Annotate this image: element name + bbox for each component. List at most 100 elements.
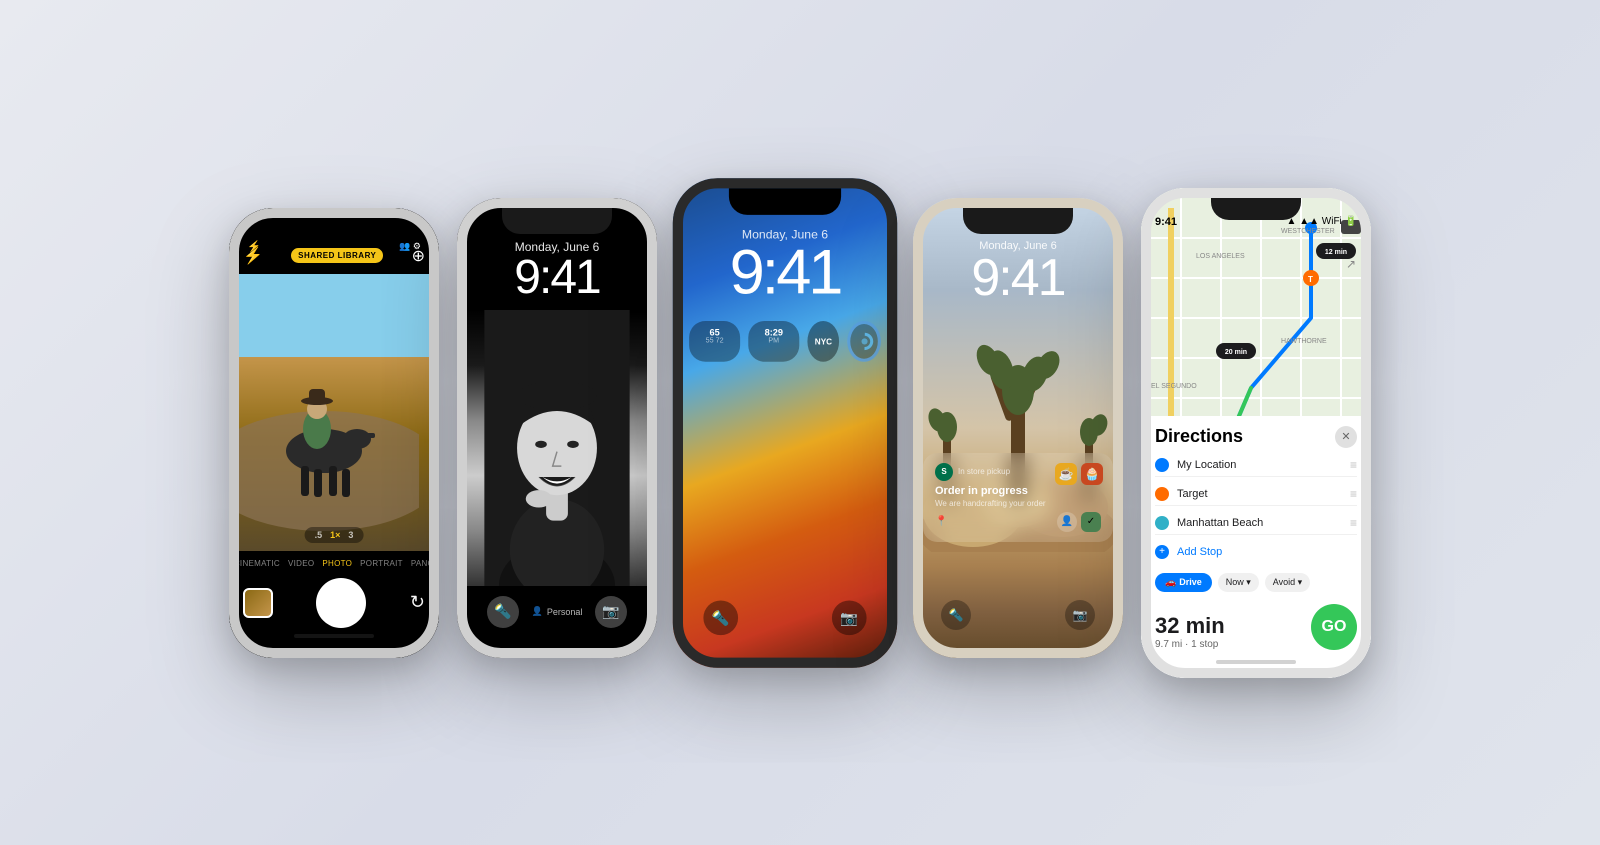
directions-title: Directions [1155,426,1243,447]
joshua-lockscreen: Monday, June 6 9:41 [913,198,1123,658]
zoom-0-5[interactable]: .5 [315,530,323,540]
location-icon-small: 📍 [935,516,947,527]
shutter-button[interactable] [316,578,366,628]
now-option[interactable]: Now ▾ [1218,573,1259,592]
phone-maps: 9:41 ▲ ▲▲ WiFi 🔋 [1141,188,1371,678]
flip-camera-icon[interactable]: ↻ [410,592,425,613]
route-item-add-stop[interactable]: + Add Stop [1155,541,1357,563]
home-indicator-1 [294,634,374,638]
drive-label: Drive [1179,577,1202,587]
mode-photo[interactable]: PHOTO [322,559,352,568]
camera-bg [229,274,439,551]
drive-option[interactable]: 🚗 Drive [1155,573,1212,592]
close-button[interactable]: ✕ [1335,426,1357,448]
notif-app-label: In store pickup [958,467,1010,476]
bw-date: Monday, June 6 [473,240,641,254]
camera-modes: CINEMATIC VIDEO PHOTO PORTRAIT PANO [243,559,425,568]
cl-torch-icon[interactable]: 🔦 [703,600,738,635]
car-icon: 🚗 [1165,577,1176,588]
avoid-label: Avoid [1273,577,1295,587]
target-dot [1155,487,1169,501]
route-item-target[interactable]: Target ≡ [1155,483,1357,506]
widget-nyc-label: NYC [815,336,832,345]
svg-text:HAWTHORNE: HAWTHORNE [1281,338,1327,345]
zoom-1x[interactable]: 1× [330,530,340,540]
home-indicator-5 [1216,660,1296,664]
bw-personal-label: 👤 Personal [532,606,583,617]
food-icon-2: 🧁 [1081,463,1103,485]
camera-zoom-controls: .5 1× 3 [305,527,364,543]
my-location-dot [1155,458,1169,472]
j-time: 9:41 [929,252,1107,304]
j-camera-icon[interactable]: 📷 [1065,600,1095,630]
route-item-manhattan-beach[interactable]: Manhattan Beach ≡ [1155,512,1357,535]
trip-detail: 9.7 mi · 1 stop [1155,639,1225,650]
horse-rider-svg [229,274,419,551]
map-area: 9:41 ▲ ▲▲ WiFi 🔋 [1141,188,1371,416]
phones-container: ⚡ 👥 ⚙ ⚡ SHARED LIBRARY ⊕ [189,138,1411,708]
svg-text:EL SEGUNDO: EL SEGUNDO [1151,383,1197,390]
target-label: Target [1177,488,1342,500]
joshua-tree-area: S In store pickup ☕ 🧁 Order in progress … [913,310,1123,592]
svg-text:T: T [1308,275,1313,284]
avoid-option[interactable]: Avoid ▾ [1265,573,1310,592]
maps-screen: 9:41 ▲ ▲▲ WiFi 🔋 [1141,188,1371,678]
phone-colorful-lockscreen: Monday, June 6 9:41 65 55 72 8:29 PM NYC [673,178,897,668]
add-stop-label[interactable]: Add Stop [1177,546,1222,558]
svg-text:↗: ↗ [1346,257,1356,271]
camera-screen: ⚡ 👥 ⚙ ⚡ SHARED LIBRARY ⊕ [229,208,439,658]
go-label: GO [1322,618,1347,636]
person-portrait-svg [457,310,657,586]
route-item-my-location[interactable]: My Location ≡ [1155,454,1357,477]
camera-controls-row: ↻ [243,578,425,628]
notif-bottom-row: 📍 👤 ✓ [935,512,1101,532]
cl-camera-icon[interactable]: 📷 [832,600,867,635]
phone-camera: ⚡ 👥 ⚙ ⚡ SHARED LIBRARY ⊕ [229,208,439,658]
widget-weather: 65 55 72 [689,321,740,362]
notch-3 [729,188,841,215]
widget-temp-range: 55 72 [699,337,730,344]
mode-video[interactable]: VIDEO [288,559,314,568]
starbucks-icon: S [935,463,953,481]
directions-header: Directions ✕ [1155,426,1357,448]
notif-food-icons: ☕ 🧁 [1055,463,1103,485]
notch-4 [963,208,1073,234]
phone-joshua-lockscreen: Monday, June 6 9:41 [913,198,1123,658]
map-status-icons: ▲ ▲▲ WiFi 🔋 [1287,216,1357,227]
mode-cinematic[interactable]: CINEMATIC [234,559,280,568]
add-stop-dot: + [1155,545,1169,559]
mode-pano[interactable]: PANO [411,559,434,568]
notch-1 [284,218,384,242]
drag-handle-1: ≡ [1350,458,1357,472]
directions-panel: Directions ✕ My Location ≡ Target ≡ [1141,416,1371,678]
mode-portrait[interactable]: PORTRAIT [360,559,403,568]
go-button[interactable]: GO [1311,604,1357,650]
my-location-label: My Location [1177,459,1342,471]
camera-image-area: .5 1× 3 [229,274,439,551]
now-label: Now [1226,577,1244,587]
home-indicator-4 [978,650,1058,654]
bw-person-bg [457,310,657,586]
bw-camera-icon[interactable]: 📷 [595,596,627,628]
camera-status-time: ⚡ [247,240,261,253]
starbucks-notification: S In store pickup ☕ 🧁 Order in progress … [923,453,1113,542]
map-status-time: 9:41 [1155,216,1177,228]
manhattan-beach-dot [1155,516,1169,530]
cl-widgets: 65 55 72 8:29 PM NYC [673,312,897,369]
j-torch-icon[interactable]: 🔦 [941,600,971,630]
cl-time: 9:41 [689,241,881,304]
drag-handle-3: ≡ [1350,516,1357,530]
j-bottom: 🔦 📷 [913,592,1123,646]
trip-summary: 32 min 9.7 mi · 1 stop GO [1155,604,1357,650]
camera-bottom: CINEMATIC VIDEO PHOTO PORTRAIT PANO ↻ [229,551,439,658]
bw-lockscreen: Monday, June 6 9:41 [457,198,657,658]
notif-avatar: 👤 [1057,512,1077,532]
bw-portrait-area [457,310,657,586]
notch-5 [1211,198,1301,220]
bw-torch-icon[interactable]: 🔦 [487,596,519,628]
svg-text:LOS ANGELES: LOS ANGELES [1196,253,1245,260]
manhattan-beach-label: Manhattan Beach [1177,517,1342,529]
camera-thumbnail[interactable] [243,588,273,618]
zoom-3x[interactable]: 3 [348,530,353,540]
now-chevron: ▾ [1246,577,1251,587]
